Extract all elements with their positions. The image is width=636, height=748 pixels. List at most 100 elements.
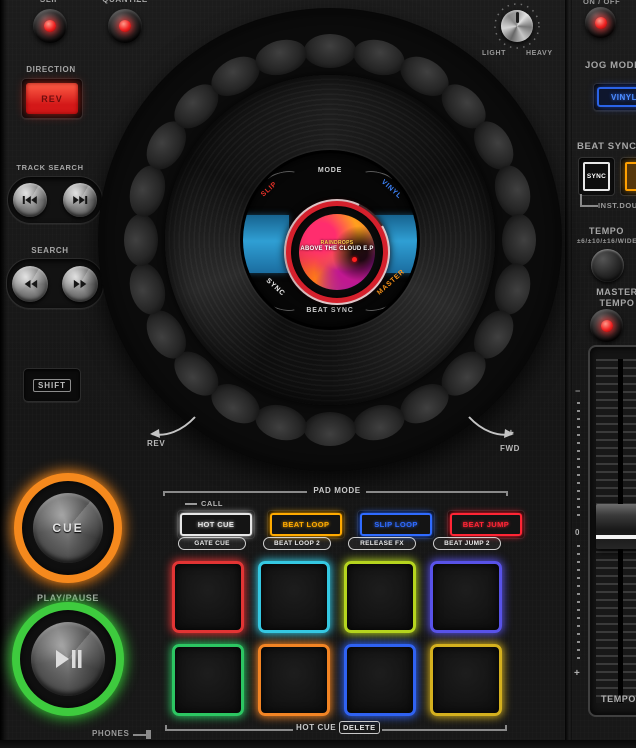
artwork-text: RAINDROPS ABOVE THE CLOUD E.P <box>299 240 375 254</box>
cue-glow-ring: CUE <box>14 473 122 583</box>
hot-cue-bottom-label: HOT CUE <box>296 723 337 732</box>
artwork-red-ring: RAINDROPS ABOVE THE CLOUD E.P <box>286 201 388 303</box>
call-dash <box>185 502 197 505</box>
master-button[interactable] <box>620 157 636 196</box>
tempo-scale-plus: + <box>574 668 581 679</box>
display-beat-sync-label: BEAT SYNC <box>306 307 354 314</box>
tempo-fader-indicator-line <box>596 535 636 539</box>
track-position-ring: RAINDROPS ABOVE THE CLOUD E.P <box>284 199 390 305</box>
phones-label: PHONES <box>92 729 130 738</box>
hot-cue-hook-left <box>165 725 167 730</box>
sync-button-label: SYNC <box>583 162 610 191</box>
reverse-button-face: REV <box>26 83 78 114</box>
gate-cue-label: GATE CUE <box>178 537 246 550</box>
jog-rev-label: REV <box>147 439 166 448</box>
artwork-red-dot <box>352 256 358 262</box>
next-track-button[interactable] <box>63 183 97 217</box>
jog-feeling-knob[interactable] <box>501 10 533 42</box>
master-button-face <box>625 162 636 191</box>
rewind-icon <box>24 279 37 288</box>
call-group: CALL <box>185 499 223 508</box>
knob-pointer <box>515 12 519 23</box>
phones-bracket-line <box>133 734 147 736</box>
beat-jump-mode-button[interactable]: BEAT JUMP <box>447 510 525 539</box>
phones-bracket-end <box>146 730 151 739</box>
master-tempo-label: MASTER TEMPO <box>596 287 636 308</box>
hot-cue-line-right <box>382 729 507 731</box>
performance-pad-grid <box>172 561 502 716</box>
hot-cue-mode-label: HOT CUE <box>180 513 252 536</box>
slip-label: SLIP <box>28 0 72 4</box>
jog-bump <box>124 259 171 319</box>
slip-loop-mode-label: SLIP LOOP <box>360 513 432 536</box>
performance-pad-r2-c2[interactable] <box>258 644 330 716</box>
tempo-scale-zero: 0 <box>575 528 581 537</box>
performance-pad-r1-c2[interactable] <box>258 561 330 633</box>
search-back-button[interactable] <box>12 265 48 302</box>
sync-button[interactable]: SYNC <box>578 157 615 196</box>
play-pause-button[interactable] <box>12 602 124 716</box>
jog-bump <box>124 214 158 266</box>
jog-fwd-label: FWD <box>500 444 521 453</box>
slip-loop-mode-button[interactable]: SLIP LOOP <box>357 510 435 539</box>
inst-doubles-bracket <box>580 194 598 207</box>
beat-sync-label: BEAT SYNC <box>577 141 636 152</box>
pad-mode-hook-left <box>163 491 165 496</box>
shift-button[interactable]: SHIFT <box>23 368 81 402</box>
knob-heavy-label: HEAVY <box>526 50 553 57</box>
play-glow-ring <box>12 602 124 716</box>
panel-bottom-edge <box>0 740 636 748</box>
performance-pad-r1-c3[interactable] <box>344 561 416 633</box>
on-off-label: ON / OFF <box>583 0 621 6</box>
tempo-scale-ticks-upper <box>577 402 580 522</box>
dj-deck-panel: SLIP QUANTIZE DIRECTION REV TRACK SEARCH… <box>0 0 636 748</box>
next-track-icon <box>73 196 88 204</box>
beat-loop-2-label: BEAT LOOP 2 <box>263 537 331 550</box>
jog-display-left-bar <box>243 215 289 273</box>
beat-jump-2-label: BEAT JUMP 2 <box>433 537 501 550</box>
master-tempo-led <box>600 319 613 332</box>
tempo-fader-handle[interactable] <box>596 504 636 549</box>
slip-button[interactable] <box>33 9 67 43</box>
album-artwork: RAINDROPS ABOVE THE CLOUD E.P <box>299 214 375 290</box>
pad-mode-label: PAD MODE <box>313 486 361 495</box>
jog-display: MODE SLIP VINYL SYNC MASTER BEAT SYNC RA… <box>240 150 420 330</box>
tempo-scale-ticks-lower <box>577 545 580 663</box>
slip-led <box>44 20 56 32</box>
panel-left-edge <box>0 0 7 748</box>
performance-pad-r2-c4[interactable] <box>430 644 502 716</box>
jog-bump <box>304 412 356 446</box>
beat-loop-mode-button[interactable]: BEAT LOOP <box>267 510 345 539</box>
display-slip-label: SLIP <box>260 180 279 199</box>
vinyl-mode-button-label: VINYL <box>597 87 636 107</box>
performance-pad-r2-c3[interactable] <box>344 644 416 716</box>
search-label: SEARCH <box>31 246 69 255</box>
inst-doubles-label: INST.DOUBLES <box>598 201 636 210</box>
performance-pad-r1-c4[interactable] <box>430 561 502 633</box>
previous-track-icon <box>22 196 37 204</box>
pad-mode-hook-right <box>506 491 508 496</box>
jog-bump <box>304 34 356 68</box>
knob-light-label: LIGHT <box>482 50 506 57</box>
jog-bump <box>124 161 171 221</box>
play-pause-icon <box>56 650 82 668</box>
track-search-label: TRACK SEARCH <box>16 163 84 172</box>
on-off-button[interactable] <box>585 7 616 38</box>
performance-pad-r2-c1[interactable] <box>172 644 244 716</box>
vinyl-mode-button[interactable]: VINYL <box>593 83 636 111</box>
hot-cue-line-left <box>165 729 293 731</box>
hot-cue-mode-button[interactable]: HOT CUE <box>177 510 255 539</box>
reverse-button[interactable]: REV <box>21 78 83 119</box>
track-search-group <box>7 176 103 224</box>
tempo-label: TEMPO <box>589 226 625 236</box>
jog-bump <box>251 34 311 81</box>
performance-pad-r1-c1[interactable] <box>172 561 244 633</box>
track-title: ABOVE THE CLOUD E.P <box>300 246 374 253</box>
previous-track-button[interactable] <box>13 183 47 217</box>
jog-wheel[interactable]: MODE SLIP VINYL SYNC MASTER BEAT SYNC RA… <box>98 8 562 472</box>
tempo-range-button[interactable] <box>591 249 624 282</box>
search-forward-button[interactable] <box>62 265 98 302</box>
master-tempo-button[interactable] <box>590 309 623 342</box>
cue-button[interactable]: CUE <box>14 473 122 583</box>
panel-right-seam <box>565 0 572 748</box>
